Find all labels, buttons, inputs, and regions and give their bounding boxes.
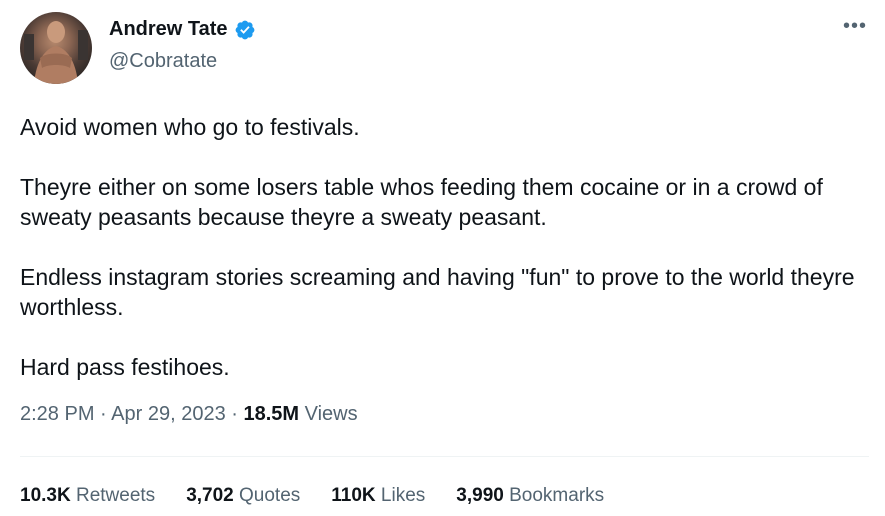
avatar-image [24, 21, 88, 84]
tweet-time[interactable]: 2:28 PM [20, 403, 94, 425]
bookmarks-count: 3,990 [456, 485, 504, 506]
tweet-meta: 2:28 PM · Apr 29, 2023 · 18.5M Views [20, 403, 358, 426]
more-options-icon[interactable]: ••• [843, 16, 867, 36]
engagement-stats: 10.3K Retweets 3,702 Quotes 110K Likes 3… [20, 485, 635, 507]
tweet-date[interactable]: Apr 29, 2023 [111, 403, 226, 425]
retweets-label: Retweets [70, 485, 156, 506]
retweets-stat[interactable]: 10.3K Retweets [20, 485, 155, 507]
user-handle[interactable]: @Cobratate [109, 50, 217, 73]
likes-count: 110K [331, 485, 376, 506]
divider [20, 456, 869, 457]
tweet-paragraph: Avoid women who go to festivals. [20, 114, 360, 140]
bookmarks-label: Bookmarks [503, 485, 605, 506]
author-name-row: Andrew Tate [109, 18, 256, 41]
quotes-count: 3,702 [186, 485, 234, 506]
views-count: 18.5M [243, 403, 300, 425]
likes-label: Likes [375, 485, 426, 506]
views-label: Views [299, 403, 358, 425]
retweets-count: 10.3K [20, 485, 71, 506]
tweet-card: Andrew Tate @Cobratate ••• Avoid women w… [0, 0, 885, 516]
verified-badge-icon [234, 19, 256, 41]
meta-separator: · [225, 403, 244, 425]
quotes-stat[interactable]: 3,702 Quotes [186, 485, 300, 507]
avatar[interactable] [20, 12, 92, 84]
likes-stat[interactable]: 110K Likes [331, 485, 425, 507]
bookmarks-stat[interactable]: 3,990 Bookmarks [456, 485, 604, 507]
tweet-paragraph: Endless instagram stories screaming and … [20, 264, 855, 320]
meta-separator: · [94, 403, 112, 425]
tweet-paragraph: Theyre either on some losers table whos … [20, 174, 823, 230]
tweet-text: Avoid women who go to festivals. Theyre … [20, 112, 860, 382]
quotes-label: Quotes [233, 485, 301, 506]
display-name[interactable]: Andrew Tate [109, 18, 228, 41]
tweet-paragraph: Hard pass festihoes. [20, 354, 230, 380]
